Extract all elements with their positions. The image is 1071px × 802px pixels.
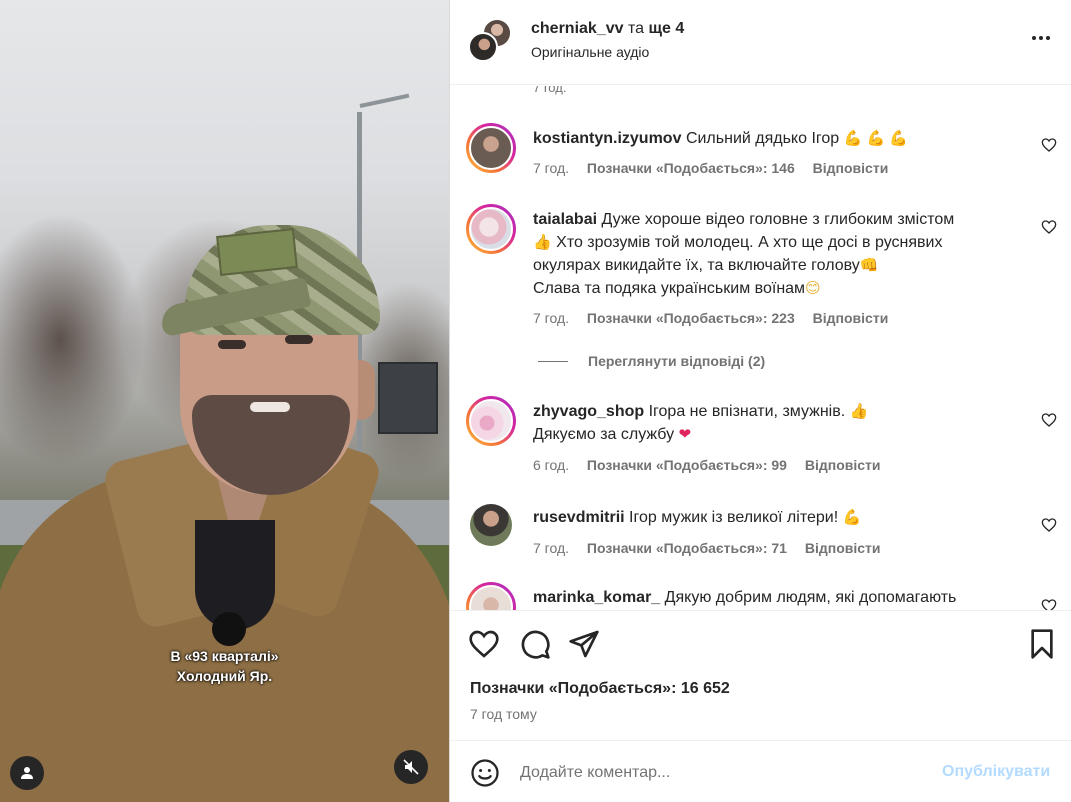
share-plane-icon[interactable]	[568, 628, 600, 660]
comments-list[interactable]: 7 год. kostiantyn.izyumov Сильний дядько…	[450, 86, 1071, 610]
reply-button[interactable]: Відповісти	[805, 540, 881, 556]
comment-username[interactable]: taialabai	[533, 211, 597, 228]
muscle-emoji: 💪 💪 💪	[843, 130, 909, 147]
comment-time: 7 год.	[533, 86, 567, 95]
avatar-image	[469, 399, 513, 443]
comment-body: Ігора не впізнати, змужнів.	[648, 403, 846, 420]
post-likes-count[interactable]: Позначки «Подобається»: 16 652	[470, 680, 730, 698]
post-header: cherniak_vv та ще 4 Оригінальне аудіо	[450, 0, 1071, 85]
comment-body: Слава та подяка українським воїнам	[533, 280, 806, 297]
comment-likes-link[interactable]: Позначки «Подобається»: 99	[587, 457, 787, 473]
authors-and-text: та	[627, 20, 645, 37]
view-replies-button[interactable]: Переглянути відповіді (2)	[538, 353, 765, 369]
replies-dash	[538, 360, 568, 362]
lapel-mic	[212, 612, 246, 646]
speaker-muted-icon	[403, 759, 419, 775]
collab-avatars[interactable]	[468, 18, 518, 64]
reply-button[interactable]: Відповісти	[813, 310, 889, 326]
more-horizontal-icon-dot	[1046, 36, 1050, 40]
muscle-emoji: 💪	[842, 509, 862, 526]
avatar[interactable]	[470, 504, 512, 546]
comment-likes-link[interactable]: Позначки «Подобається»: 223	[587, 310, 795, 326]
comment-composer: Опублікувати	[450, 740, 1071, 802]
author-username[interactable]: cherniak_vv	[531, 20, 624, 37]
more-authors-link[interactable]: ще 4	[648, 20, 684, 37]
comment-input[interactable]	[520, 759, 920, 787]
comment-time: 6 год.	[533, 457, 570, 473]
reply-button[interactable]: Відповісти	[805, 457, 881, 473]
video-subtitle-line-2: Холодний Яр.	[176, 668, 273, 684]
comment-username[interactable]: zhyvago_shop	[533, 403, 644, 420]
red-heart-emoji: ❤	[678, 426, 692, 443]
avatar-image	[469, 585, 513, 610]
smile-emoji: 😊	[805, 280, 821, 297]
comment-body: Сильний дядько Ігор	[685, 130, 840, 147]
avatar[interactable]	[466, 204, 516, 254]
avatar[interactable]	[466, 396, 516, 446]
comment-text: rusevdmitrii Ігор мужик із великої літер…	[533, 506, 1013, 529]
heart-icon[interactable]	[1041, 598, 1057, 610]
comment-text: kostiantyn.izyumov Сильний дядько Ігор 💪…	[533, 127, 1013, 150]
comment-icon[interactable]	[519, 628, 551, 660]
comment-username[interactable]: marinka_komar_	[533, 589, 660, 606]
user-tag-icon	[21, 767, 33, 779]
audio-link[interactable]: Оригінальне аудіо	[531, 43, 649, 61]
eye-left	[218, 340, 246, 349]
comment-body: Дякую добрим людям, які допомагають	[664, 589, 957, 606]
comment-meta: 7 год. Позначки «Подобається»: 146 Відпо…	[533, 160, 902, 176]
video-subtitle-line-1: В «93 кварталі»	[170, 648, 279, 664]
reply-button[interactable]: Відповісти	[813, 160, 889, 176]
comment-text: marinka_komar_ Дякую добрим людям, які д…	[533, 586, 1013, 609]
comment-meta: 6 год. Позначки «Подобається»: 99 Відпов…	[533, 457, 895, 473]
more-options-button[interactable]	[1026, 26, 1056, 50]
comment-likes-link[interactable]: Позначки «Подобається»: 71	[587, 540, 787, 556]
post-authors: cherniak_vv та ще 4	[531, 19, 684, 39]
post-timestamp[interactable]: 7 год тому	[470, 706, 537, 722]
avatar-image	[469, 207, 513, 251]
publish-button[interactable]: Опублікувати	[942, 763, 1050, 781]
post-actions: Позначки «Подобається»: 16 652 7 год том…	[450, 610, 1071, 740]
view-replies-label: Переглянути відповіді (2)	[588, 353, 766, 369]
avatar[interactable]	[466, 123, 516, 173]
comment-body: Дуже хороше відео головне з глибоким змі…	[601, 211, 955, 228]
mouth	[250, 402, 290, 412]
reel-video[interactable]: В «93 кварталі» Холодний Яр.	[0, 0, 449, 802]
comment-text: zhyvago_shop Ігора не впізнати, змужнів.…	[533, 400, 1013, 446]
heart-icon[interactable]	[1041, 219, 1057, 235]
more-horizontal-icon	[1032, 36, 1036, 40]
thumbs-up-emoji: 👍	[849, 403, 869, 420]
fist-emoji: 👊	[859, 257, 879, 274]
comment-time: 7 год.	[533, 160, 570, 176]
comment-meta: 7 год. Позначки «Подобається»: 223 Відпо…	[533, 310, 902, 326]
more-horizontal-icon-dot	[1039, 36, 1043, 40]
emoji-smile-icon[interactable]	[470, 758, 500, 788]
heart-icon[interactable]	[1041, 137, 1057, 153]
comment-time: 7 год.	[533, 310, 570, 326]
heart-icon[interactable]	[1041, 517, 1057, 533]
comment-likes-link[interactable]: Позначки «Подобається»: 146	[587, 160, 795, 176]
comment-text: taialabai Дуже хороше відео головне з гл…	[533, 208, 1013, 300]
comment-username[interactable]: kostiantyn.izyumov	[533, 130, 681, 147]
tagged-users-button[interactable]	[10, 756, 44, 790]
comment-body: Хто зрозумів той молодец. А хто ще досі …	[556, 234, 943, 251]
eye-right	[285, 335, 313, 344]
comment-body: Дякуємо за службу	[533, 426, 675, 443]
mute-toggle-button[interactable]	[394, 750, 428, 784]
heart-icon[interactable]	[1041, 412, 1057, 428]
post-panel: cherniak_vv та ще 4 Оригінальне аудіо 7 …	[450, 0, 1071, 802]
cap-patch	[216, 228, 298, 276]
avatar[interactable]	[466, 582, 516, 610]
comment-time: 7 год.	[533, 540, 570, 556]
avatar-image	[469, 126, 513, 170]
thumbs-up-emoji: 👍	[533, 234, 552, 251]
heart-icon[interactable]	[468, 628, 500, 660]
avatar	[468, 32, 498, 62]
comment-body: окулярах викидайте їх, та включайте голо…	[533, 257, 860, 274]
comment-meta: 7 год. Позначки «Подобається»: 71 Відпов…	[533, 540, 895, 556]
comment-body: Ігор мужик із великої літери!	[629, 509, 839, 526]
comment-username[interactable]: rusevdmitrii	[533, 509, 625, 526]
bookmark-icon[interactable]	[1026, 628, 1058, 660]
